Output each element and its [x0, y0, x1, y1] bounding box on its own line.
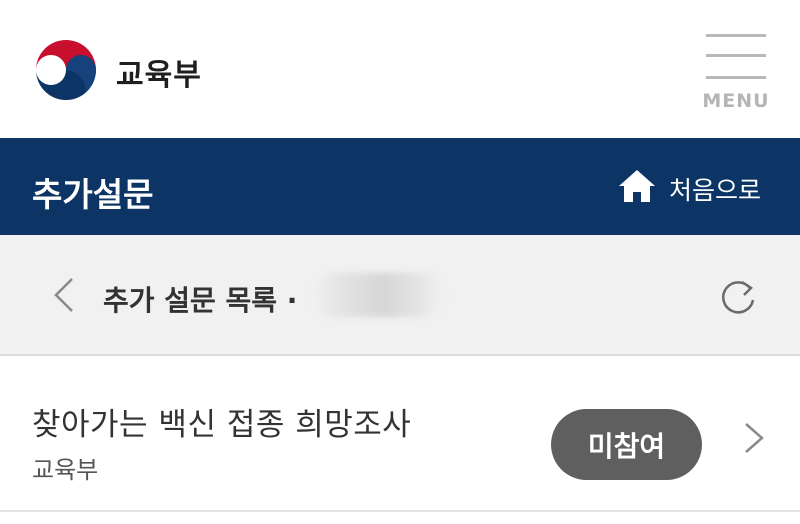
chevron-right-icon[interactable] — [738, 418, 768, 458]
ministry-name: 교육부 — [116, 58, 202, 93]
hamburger-line — [706, 54, 766, 57]
menu-label: MENU — [702, 90, 770, 112]
redacted-area — [312, 273, 444, 317]
page-header: 추가설문 처음으로 — [0, 138, 800, 235]
taegeuk-logo-icon[interactable] — [31, 35, 101, 105]
survey-list-item[interactable]: 찾아가는 백신 접종 희망조사 교육부 미참여 — [0, 356, 800, 512]
status-badge[interactable]: 미참여 — [551, 409, 702, 480]
refresh-icon[interactable] — [716, 276, 760, 320]
page-title: 추가설문 — [32, 175, 154, 214]
survey-title: 찾아가는 백신 접종 희망조사 — [32, 407, 412, 443]
survey-organization: 교육부 — [32, 456, 99, 484]
survey-list-header: 추가 설문 목록 · — [0, 235, 800, 356]
survey-list-title: 추가 설문 목록 · — [103, 284, 298, 317]
home-label: 처음으로 — [669, 176, 762, 205]
menu-button[interactable]: MENU — [700, 30, 772, 116]
chevron-left-icon[interactable] — [46, 275, 82, 315]
top-bar: 교육부 MENU — [0, 0, 800, 138]
hamburger-menu-icon — [706, 34, 766, 37]
home-icon — [619, 170, 655, 202]
hamburger-line — [706, 76, 766, 79]
